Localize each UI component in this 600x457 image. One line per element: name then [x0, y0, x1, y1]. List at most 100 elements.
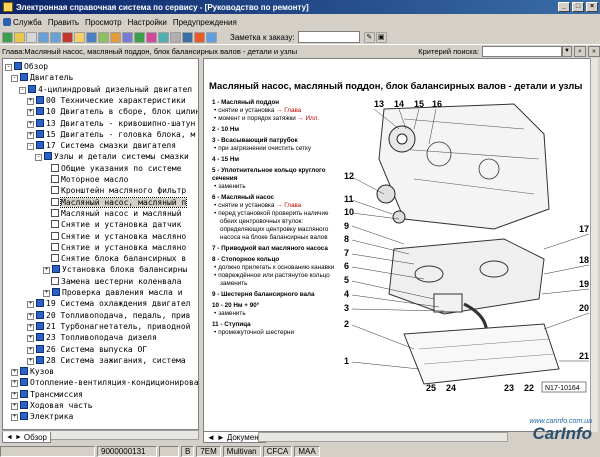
tree-item[interactable]: + Ходовая часть	[11, 400, 93, 411]
doc-tab-scroll-right-icon[interactable]: ►	[217, 433, 225, 442]
folder-icon[interactable]	[14, 31, 25, 43]
help-icon[interactable]	[182, 31, 193, 43]
expand-icon[interactable]: +	[27, 301, 34, 309]
note-save-icon[interactable]: ▣	[375, 31, 387, 43]
document-vscrollbar[interactable]	[590, 58, 598, 432]
tree-item[interactable]: Общие указания по системе	[51, 163, 181, 174]
tree-item[interactable]: +20 Топливоподача, педаль, прив	[27, 310, 191, 321]
tree-item[interactable]: - Двигатель	[11, 72, 73, 83]
tree-item[interactable]: - Обзор	[5, 61, 48, 72]
expand-icon[interactable]: +	[11, 380, 18, 388]
tree-item[interactable]: +13 Двигатель - кривошипно-шатун	[27, 118, 195, 129]
settings-icon[interactable]	[170, 31, 181, 43]
print-icon[interactable]	[26, 31, 37, 43]
search-go-icon[interactable]: ⌕	[574, 45, 586, 57]
tree-item[interactable]: +21 Турбонагнетатель, приводной	[27, 321, 191, 332]
expand-icon[interactable]: +	[11, 391, 18, 399]
tree-item[interactable]: +10 Двигатель в сборе, блок цилин	[27, 106, 198, 117]
info-icon[interactable]	[194, 31, 205, 43]
menu-edit[interactable]: Править	[45, 18, 82, 27]
expand-icon[interactable]: +	[27, 346, 34, 354]
tree-item[interactable]: +23 Топливоподача дизеля	[27, 332, 157, 343]
doc-tab-scroll-left-icon[interactable]: ◄	[207, 433, 215, 442]
tree-item[interactable]: - 17 Система смазки двигателя	[27, 140, 176, 151]
tree-item[interactable]: Замена шестерни коленвала	[51, 276, 181, 287]
tab-overview[interactable]: ◄ ► Обзор	[2, 432, 51, 443]
expand-icon[interactable]: +	[27, 323, 34, 331]
expand-icon[interactable]: +	[27, 131, 34, 139]
tree-item[interactable]: Моторное масло	[51, 174, 128, 185]
menu-warnings[interactable]: Предупреждения	[170, 18, 240, 27]
car-icon[interactable]	[134, 31, 145, 43]
tree-item[interactable]: Снятие и установка масляно	[51, 231, 186, 242]
tree-item[interactable]: Снятие блока балансирных в	[51, 253, 186, 264]
legend-link[interactable]: → Глава	[276, 107, 301, 114]
expand-icon[interactable]: +	[43, 267, 50, 275]
callout-25: 25	[426, 383, 436, 393]
forward-icon[interactable]	[50, 31, 61, 43]
stop-icon[interactable]	[62, 31, 73, 43]
menu-settings[interactable]: Настройки	[125, 18, 170, 27]
home-icon[interactable]	[2, 31, 13, 43]
tree-item[interactable]: + Электрика	[11, 411, 73, 422]
tree-item-label: Замена шестерни коленвала	[61, 276, 182, 286]
tree-item[interactable]: Масляный насос, масляный п	[51, 196, 188, 208]
collapse-icon[interactable]: -	[11, 75, 18, 83]
tab-scroll-left-icon[interactable]: ◄	[6, 434, 13, 441]
minimize-button[interactable]: _	[558, 2, 570, 12]
collapse-icon[interactable]: -	[27, 143, 34, 151]
maximize-button[interactable]: □	[572, 2, 584, 12]
back-icon[interactable]	[38, 31, 49, 43]
menu-view[interactable]: Просмотр	[82, 18, 125, 27]
document-hscrollbar[interactable]	[258, 432, 508, 442]
expand-icon[interactable]: +	[27, 120, 34, 128]
tree-item[interactable]: Снятие и установка масляно	[51, 242, 186, 253]
search-criteria-input[interactable]	[482, 45, 562, 57]
tree-item[interactable]: +00 Технические характеристики	[27, 95, 186, 106]
collapse-icon[interactable]: -	[19, 86, 26, 94]
tree-item[interactable]: + Проверка давления масла и	[43, 287, 182, 298]
tree-item[interactable]: Снятие и установка датчик	[51, 219, 181, 230]
expand-icon[interactable]: +	[27, 335, 34, 343]
search-icon[interactable]	[86, 31, 97, 43]
tree-item[interactable]: +26 Система выпуска ОГ	[27, 344, 147, 355]
note-icon[interactable]	[110, 31, 121, 43]
tab-document[interactable]: ◄ ► Документ	[203, 432, 267, 443]
expand-icon[interactable]: +	[27, 312, 34, 320]
tree-item[interactable]: +28 Система зажигания, система	[27, 355, 186, 366]
expand-icon[interactable]: +	[11, 403, 18, 410]
tree-item[interactable]: + Отопление-вентиляция-кондиционирован	[11, 377, 198, 388]
expand-icon[interactable]: +	[11, 414, 18, 422]
tree-item[interactable]: - Узлы и детали системы смазки	[35, 151, 189, 162]
tree-item[interactable]: + Установка блока балансирны	[43, 264, 187, 275]
tree-item[interactable]: + Кузов	[11, 366, 54, 377]
legend-link[interactable]: → Глава	[276, 202, 301, 209]
chevron-down-icon[interactable]: ▼	[562, 45, 572, 57]
bookmark-icon[interactable]	[74, 31, 85, 43]
window-icon[interactable]	[206, 31, 217, 43]
diagram-icon[interactable]	[146, 31, 157, 43]
collapse-icon[interactable]: -	[5, 64, 12, 71]
expand-icon[interactable]: +	[27, 97, 34, 105]
expand-icon[interactable]: +	[11, 369, 18, 377]
expand-icon[interactable]: +	[27, 357, 34, 365]
collapse-icon[interactable]: -	[35, 154, 42, 162]
expand-icon[interactable]: +	[27, 109, 34, 117]
tree-item[interactable]: +19 Система охлаждения двигател	[27, 298, 191, 309]
order-note-input[interactable]	[297, 31, 360, 43]
list-icon[interactable]	[158, 31, 169, 43]
menu-service[interactable]: Служба	[0, 17, 45, 27]
legend-link[interactable]: → Илл.	[297, 115, 319, 122]
close-button[interactable]: ×	[586, 2, 598, 12]
tree-item[interactable]: Кронштейн масляного фильтр	[51, 185, 186, 196]
note-edit-icon[interactable]: ✎	[363, 31, 375, 43]
catalog-icon[interactable]	[122, 31, 133, 43]
expand-icon[interactable]: +	[43, 290, 50, 297]
tree-item[interactable]: +15 Двигатель - головка блока, м	[27, 129, 195, 140]
tree-item[interactable]: - 4-цилиндровый дизельный двигател	[19, 84, 192, 95]
refresh-icon[interactable]	[98, 31, 109, 43]
tree-item[interactable]: + Трансмиссия	[11, 389, 83, 400]
tree-item[interactable]: Масляный насос и масляный	[51, 208, 181, 219]
next-icon[interactable]: »	[588, 45, 600, 57]
tab-scroll-right-icon[interactable]: ►	[15, 434, 22, 441]
